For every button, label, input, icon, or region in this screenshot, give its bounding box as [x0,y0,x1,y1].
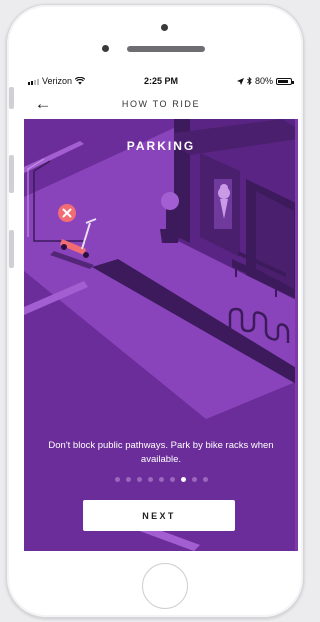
page-indicator [24,477,298,482]
app-screen: Verizon 2:25 PM 80% ← HOW TO RIDE PARKIN… [24,71,298,551]
onboarding-slide: PARKING Don't block public pathways. Par… [24,119,298,551]
bluetooth-icon [247,77,252,85]
location-arrow-icon [236,77,244,85]
battery-icon [276,77,294,85]
page-title: HOW TO RIDE [121,99,201,109]
page-dot[interactable] [114,477,120,482]
phone-frame: Verizon 2:25 PM 80% ← HOW TO RIDE PARKIN… [6,4,304,618]
nav-bar: ← HOW TO RIDE [24,91,298,119]
page-dot[interactable] [169,477,175,482]
volume-down-button [9,230,14,268]
parking-illustration [24,119,298,551]
status-right: 80% [236,76,294,86]
home-button[interactable] [142,563,188,609]
status-bar: Verizon 2:25 PM 80% [24,71,298,91]
scroll-edge [295,119,298,551]
page-dot[interactable] [136,477,142,482]
next-button[interactable]: NEXT [83,500,235,531]
volume-up-button [9,155,14,193]
slide-title: PARKING [126,139,196,153]
page-dot[interactable] [125,477,131,482]
front-sensor [161,24,168,31]
front-camera [102,45,109,52]
slide-message: Don't block public pathways. Park by bik… [48,440,274,465]
page-dot[interactable] [180,477,186,482]
page-dot[interactable] [158,477,164,482]
battery-percent: 80% [254,76,273,86]
page-dot[interactable] [191,477,197,482]
page-dot[interactable] [202,477,208,482]
earpiece-speaker [127,46,205,52]
page-dot[interactable] [147,477,153,482]
mute-switch [9,87,14,109]
